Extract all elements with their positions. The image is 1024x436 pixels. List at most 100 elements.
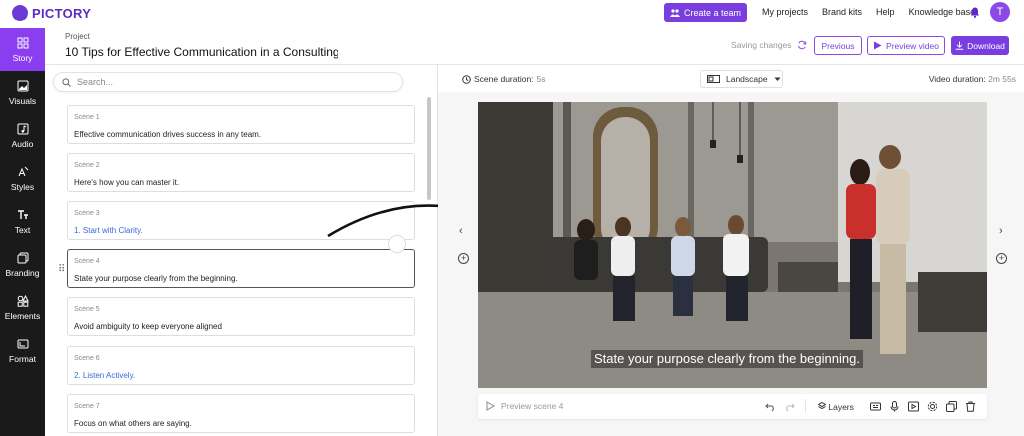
- video-preview[interactable]: [478, 102, 987, 388]
- create-team-label: Create a team: [683, 7, 742, 18]
- controls-divider: [805, 399, 806, 413]
- preview-video-label: Preview video: [886, 40, 939, 51]
- left-rail: Story Visuals Audio Styles Text Branding…: [0, 28, 45, 436]
- format-icon: [17, 339, 28, 348]
- video-duration-value: 2m 55s: [988, 74, 1016, 84]
- play-outline-icon: [486, 401, 495, 411]
- scene-card[interactable]: Scene 1 Effective communication drives s…: [67, 105, 415, 144]
- preview-controls: Preview scene 4 Layers: [478, 394, 987, 419]
- brand-name: PICTORY: [32, 5, 92, 21]
- scene-card-active[interactable]: Scene 4 State your purpose clearly from …: [67, 249, 415, 288]
- nav-my-projects[interactable]: My projects: [762, 7, 808, 17]
- orientation-select[interactable]: Landscape: [700, 70, 783, 88]
- scene-duration-value: 5s: [536, 74, 546, 84]
- settings-gear-icon[interactable]: [927, 401, 938, 412]
- download-button[interactable]: Download: [951, 36, 1009, 55]
- scene-text: 1. Start with Clarity.: [74, 226, 143, 235]
- play-icon: [874, 41, 882, 50]
- voice-over-icon[interactable]: [908, 401, 919, 412]
- video-duration-label: Video duration:: [928, 74, 986, 84]
- drag-handle-icon[interactable]: ⠿: [58, 264, 65, 275]
- undo-icon[interactable]: [765, 401, 776, 412]
- visuals-icon: [17, 80, 28, 91]
- elements-icon: [17, 294, 29, 307]
- story-icon: [17, 37, 28, 48]
- scene-card[interactable]: Scene 5 Avoid ambiguity to keep everyone…: [67, 297, 415, 336]
- top-bar: PICTORY Create a team My projects Brand …: [0, 0, 1024, 28]
- delete-icon[interactable]: [965, 401, 976, 412]
- branding-icon: [17, 252, 28, 263]
- scene-number: Scene 6: [74, 355, 100, 362]
- preview-video-button[interactable]: Preview video: [867, 36, 945, 55]
- captions-icon[interactable]: [870, 401, 881, 412]
- saving-label: Saving changes: [731, 40, 792, 50]
- redo-icon[interactable]: [784, 401, 795, 412]
- top-nav: My projects Brand kits Help Knowledge ba…: [762, 7, 975, 17]
- project-label: Project: [65, 32, 90, 41]
- search-input[interactable]: Search...: [53, 72, 403, 92]
- scene-list-scrollbar[interactable]: [427, 97, 431, 200]
- scene-card[interactable]: Scene 2 Here's how you can master it.: [67, 153, 415, 192]
- scene-card[interactable]: Scene 7 Focus on what others are saying.: [67, 394, 415, 433]
- preview-scene-label: Preview scene 4: [501, 401, 564, 411]
- scene-number: Scene 3: [74, 210, 100, 217]
- nav-knowledge-base[interactable]: Knowledge base: [909, 7, 976, 17]
- duplicate-icon[interactable]: [946, 401, 957, 412]
- scene-text: State your purpose clearly from the begi…: [74, 274, 238, 283]
- rail-item-format[interactable]: Format: [0, 329, 45, 372]
- rail-item-audio[interactable]: Audio: [0, 114, 45, 157]
- video-duration: Video duration: 2m 55s: [929, 74, 1016, 84]
- search-icon: [62, 77, 71, 87]
- scene-panel: Search... Scene 1 Effective communicatio…: [45, 65, 438, 436]
- scene-text: 2. Listen Actively.: [74, 371, 136, 380]
- audio-icon: [17, 123, 28, 134]
- scene-number: Scene 5: [74, 306, 100, 313]
- saving-status: Saving changes: [731, 40, 807, 50]
- rail-item-visuals[interactable]: Visuals: [0, 71, 45, 114]
- user-avatar[interactable]: T: [990, 2, 1010, 22]
- download-label: Download: [967, 40, 1005, 51]
- scene-number: Scene 1: [74, 114, 100, 121]
- brand-logo[interactable]: PICTORY: [12, 5, 91, 21]
- scene-text: Here's how you can master it.: [74, 178, 180, 187]
- next-scene-chevron-icon[interactable]: ›: [999, 225, 1003, 237]
- rail-label-styles: Styles: [10, 181, 35, 192]
- pictory-logo-icon: [12, 5, 28, 21]
- bell-icon[interactable]: [970, 7, 980, 18]
- rail-item-story[interactable]: Story: [0, 28, 45, 71]
- create-team-button[interactable]: Create a team: [664, 3, 747, 22]
- clock-icon: [462, 74, 471, 84]
- scene-text: Effective communication drives success i…: [74, 130, 262, 139]
- scene-number: Scene 4: [74, 258, 100, 265]
- download-icon: [955, 41, 964, 50]
- styles-icon: [18, 166, 28, 176]
- previous-button[interactable]: Previous: [814, 36, 862, 55]
- preview-scene-button[interactable]: Preview scene 4: [486, 401, 563, 411]
- rail-item-text[interactable]: Text: [0, 200, 45, 243]
- landscape-icon: [707, 75, 720, 83]
- scene-card[interactable]: Scene 6 2. Listen Actively.: [67, 346, 415, 385]
- scene-number: Scene 2: [74, 162, 100, 169]
- sync-icon: [797, 40, 806, 50]
- rail-label-text: Text: [14, 224, 31, 235]
- rail-label-elements: Elements: [4, 310, 41, 321]
- team-icon: [669, 8, 680, 17]
- rail-item-styles[interactable]: Styles: [0, 157, 45, 200]
- chevron-down-icon: [774, 77, 781, 81]
- rail-label-story: Story: [12, 52, 33, 63]
- nav-brand-kits[interactable]: Brand kits: [822, 7, 862, 17]
- prev-scene-chevron-icon[interactable]: ‹: [459, 225, 463, 237]
- layers-icon: [817, 401, 827, 410]
- layers-button[interactable]: Layers: [817, 401, 854, 412]
- rail-item-branding[interactable]: Branding: [0, 243, 45, 286]
- project-title[interactable]: 10 Tips for Effective Communication in a…: [65, 45, 338, 59]
- add-scene-after-icon[interactable]: +: [996, 253, 1007, 264]
- text-icon: [17, 209, 28, 219]
- rail-item-elements[interactable]: Elements: [0, 286, 45, 329]
- add-scene-before-icon[interactable]: +: [458, 253, 469, 264]
- orientation-value: Landscape: [726, 74, 768, 84]
- nav-help[interactable]: Help: [876, 7, 895, 17]
- microphone-icon[interactable]: [889, 401, 900, 412]
- caption-overlay[interactable]: State your purpose clearly from the begi…: [591, 350, 863, 368]
- rail-label-format: Format: [9, 353, 36, 364]
